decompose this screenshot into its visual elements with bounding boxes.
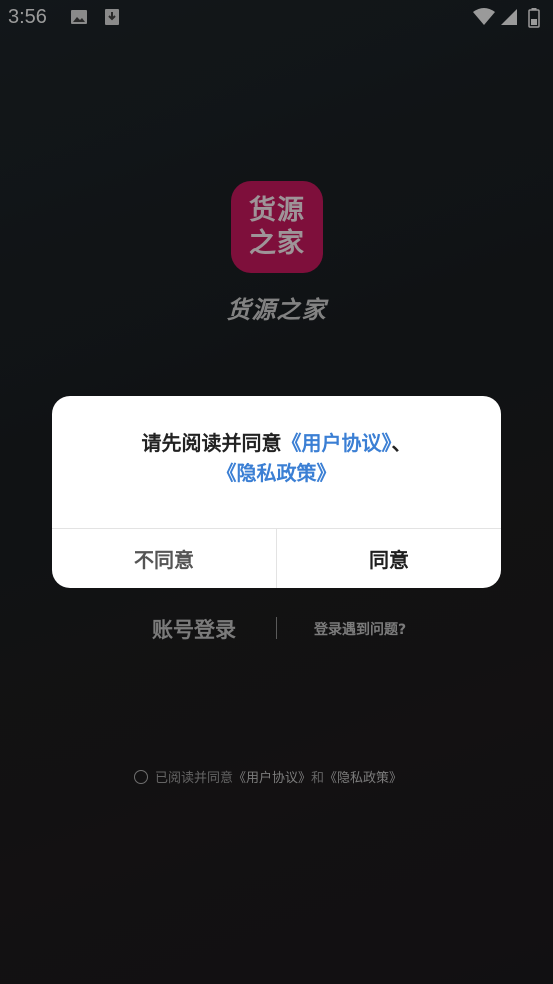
status-bar: 3:56: [0, 0, 553, 36]
disagree-button[interactable]: 不同意: [52, 529, 276, 588]
status-time: 3:56: [8, 6, 47, 28]
dialog-separator: 、: [391, 431, 412, 455]
battery-icon: [528, 8, 540, 32]
consent-dialog: 请先阅读并同意《用户协议》、 《隐私政策》 不同意 同意: [52, 396, 501, 588]
dialog-message: 请先阅读并同意《用户协议》、 《隐私政策》: [52, 428, 501, 488]
image-icon: [70, 8, 88, 30]
dialog-message-prefix: 请先阅读并同意: [141, 431, 282, 455]
agree-button[interactable]: 同意: [277, 529, 501, 588]
download-icon: [104, 8, 120, 30]
signal-icon: [500, 8, 518, 30]
dialog-privacy-policy-link[interactable]: 《隐私政策》: [217, 461, 337, 485]
wifi-icon: [473, 8, 495, 30]
dialog-user-agreement-link[interactable]: 《用户协议》: [282, 431, 392, 455]
